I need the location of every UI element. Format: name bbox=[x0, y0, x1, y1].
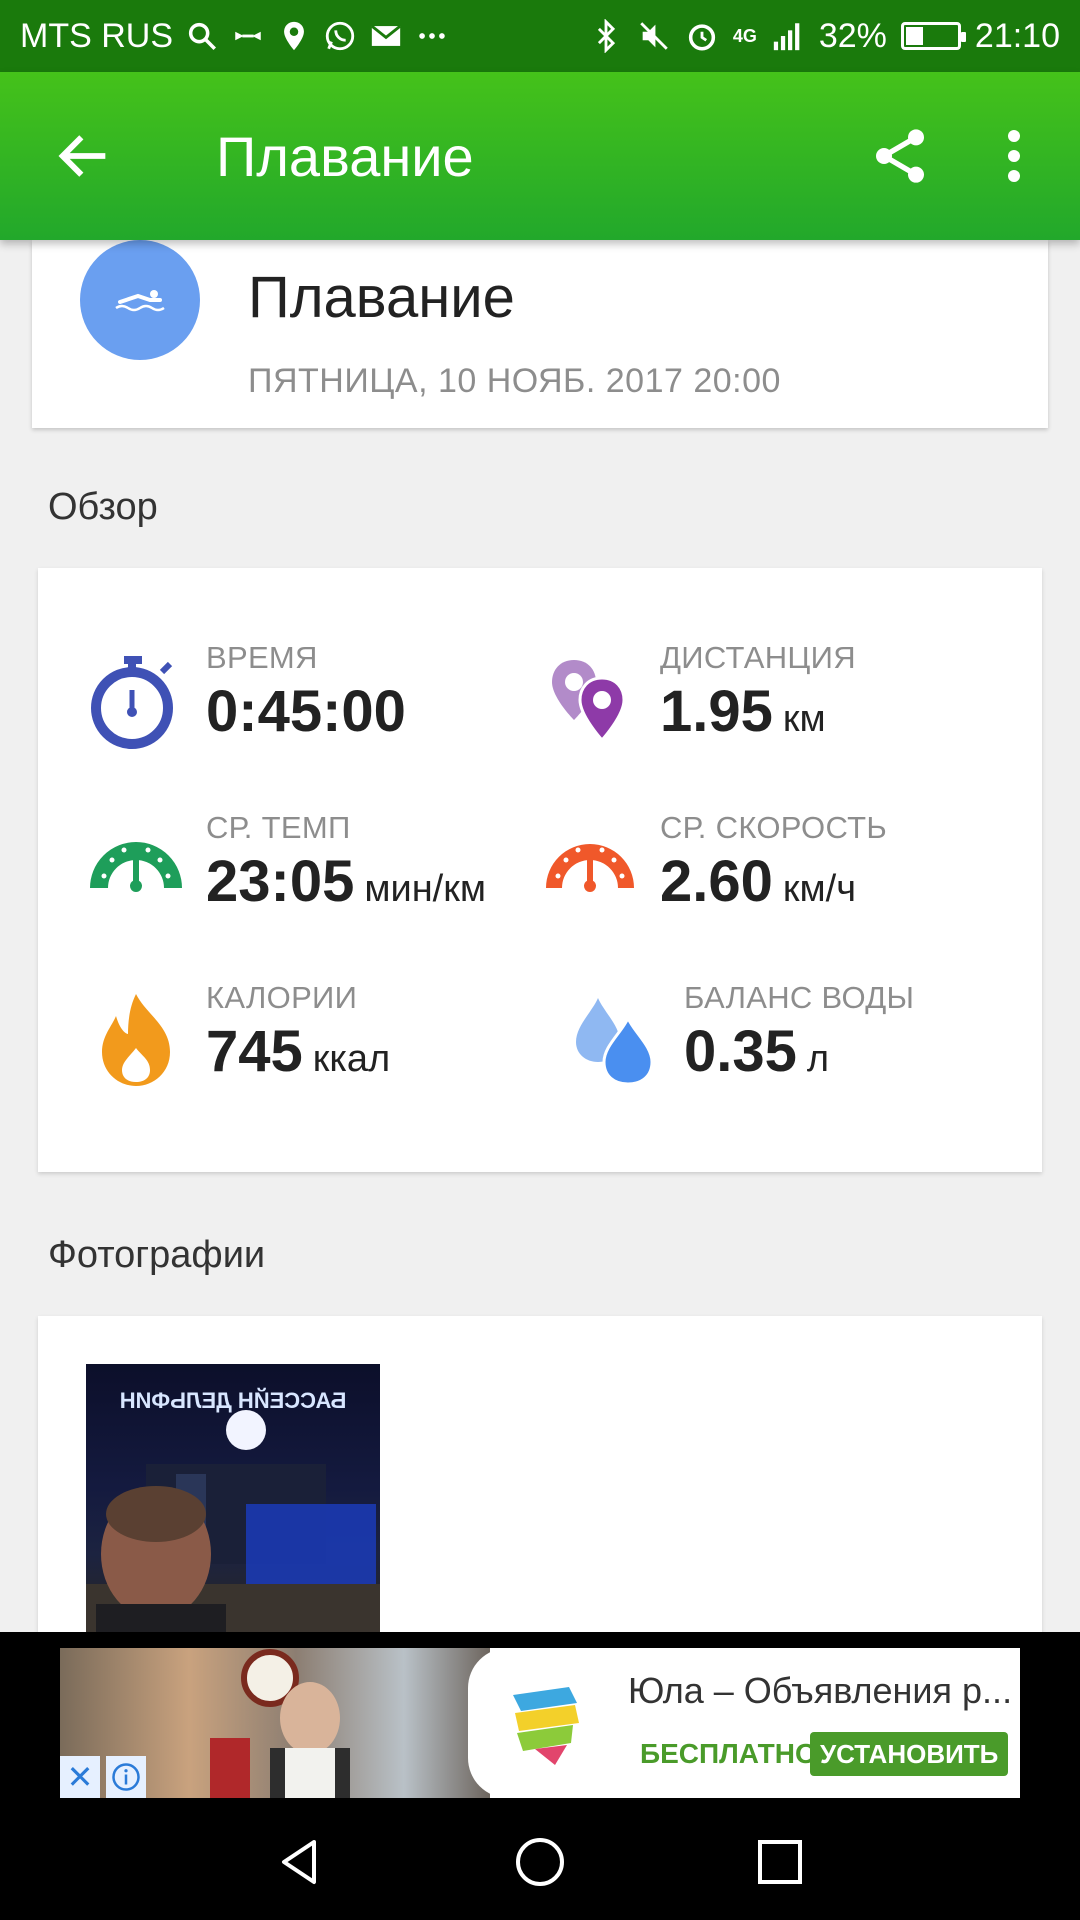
overview-section-title: Обзор bbox=[48, 486, 158, 528]
app-bar: Плавание bbox=[0, 72, 1080, 240]
ad-area: Юла – Объявления р... БЕСПЛАТНО УСТАНОВИ… bbox=[0, 1632, 1080, 1802]
stat-speed: СР. СКОРОСТЬ 2.60 км/ч bbox=[540, 810, 1000, 950]
battery-icon bbox=[900, 22, 966, 50]
info-circle-icon bbox=[112, 1763, 140, 1791]
location-icon bbox=[284, 21, 304, 51]
status-right: 4G 32% 21:10 bbox=[589, 17, 1060, 56]
stopwatch-icon bbox=[91, 656, 173, 749]
stat-unit: ккал bbox=[312, 1038, 391, 1080]
status-left: MTS RUS bbox=[20, 17, 449, 56]
location-pins-icon bbox=[552, 660, 626, 743]
clock: 21:10 bbox=[974, 16, 1060, 55]
alarm-icon bbox=[688, 24, 715, 51]
photos-card: БАССЕЙН ДЕЛЬФИН bbox=[38, 1316, 1042, 1636]
system-nav-bar bbox=[0, 1802, 1080, 1920]
whatsapp-icon bbox=[325, 21, 355, 51]
ad-banner[interactable]: Юла – Объявления р... БЕСПЛАТНО УСТАНОВИ… bbox=[60, 1648, 1020, 1798]
back-arrow-icon[interactable] bbox=[52, 124, 116, 188]
stat-value: 745 ккал bbox=[206, 1018, 390, 1085]
search-icon bbox=[188, 22, 217, 51]
stat-unit: км bbox=[782, 698, 826, 740]
water-drops-icon bbox=[576, 998, 654, 1086]
swimmer-icon bbox=[115, 290, 165, 312]
stat-value: 23:05 мин/км bbox=[206, 848, 486, 915]
bluetooth-icon bbox=[597, 19, 615, 53]
stat-label: СР. ТЕМП bbox=[206, 810, 351, 845]
ad-info-icon[interactable] bbox=[106, 1756, 146, 1798]
carrier-label: MTS RUS bbox=[20, 16, 173, 55]
app-title: Плавание bbox=[216, 125, 474, 188]
overview-card: ВРЕМЯ 0:45:00 ДИСТАНЦИЯ 1.95 км СР. ТЕМП … bbox=[38, 568, 1042, 1172]
stat-number: 1.95 bbox=[660, 679, 773, 744]
network-type: 4G bbox=[732, 25, 757, 46]
speed-gauge-icon bbox=[546, 844, 634, 892]
activity-avatar bbox=[80, 240, 200, 360]
home-circle-icon[interactable] bbox=[510, 1832, 570, 1892]
flame-icon bbox=[102, 994, 170, 1086]
more-dots-icon bbox=[419, 33, 445, 39]
battery-fill bbox=[905, 27, 923, 45]
stat-water: БАЛАНС ВОДЫ 0.35 л bbox=[564, 980, 1024, 1120]
stat-label: КАЛОРИИ bbox=[206, 980, 358, 1015]
stat-time: ВРЕМЯ 0:45:00 bbox=[86, 640, 546, 780]
recents-square-icon[interactable] bbox=[750, 1832, 810, 1892]
stat-unit: мин/км bbox=[364, 868, 486, 910]
stat-label: СР. СКОРОСТЬ bbox=[660, 810, 887, 845]
stat-number: 0.35 bbox=[684, 1019, 797, 1084]
activity-header-card: Плавание ПЯТНИЦА, 10 НОЯБ. 2017 20:00 bbox=[32, 240, 1048, 428]
stat-value: 1.95 км bbox=[660, 678, 826, 745]
controller-icon bbox=[235, 31, 261, 41]
ad-price: БЕСПЛАТНО bbox=[640, 1738, 817, 1769]
ad-title: Юла – Объявления р... bbox=[628, 1670, 1013, 1711]
photos-section-title: Фотографии bbox=[48, 1234, 266, 1276]
more-vert-icon[interactable] bbox=[990, 124, 1038, 188]
photo-sign-text: БАССЕЙН ДЕЛЬФИН bbox=[120, 1388, 347, 1413]
stat-label: ВРЕМЯ bbox=[206, 640, 318, 675]
share-icon[interactable] bbox=[868, 124, 932, 188]
yula-logo-icon bbox=[513, 1687, 579, 1765]
stat-value: 0:45:00 bbox=[206, 678, 406, 745]
activity-date: ПЯТНИЦА, 10 НОЯБ. 2017 20:00 bbox=[248, 362, 781, 400]
stat-pace: СР. ТЕМП 23:05 мин/км bbox=[86, 810, 546, 950]
status-bar: MTS RUS 4G 32% 21:10 bbox=[0, 0, 1080, 72]
activity-title: Плавание bbox=[248, 265, 515, 330]
stat-unit: км/ч bbox=[782, 868, 856, 910]
photo-thumbnail[interactable]: БАССЕЙН ДЕЛЬФИН bbox=[86, 1364, 380, 1636]
stat-number: 2.60 bbox=[660, 849, 773, 914]
back-triangle-icon[interactable] bbox=[270, 1832, 330, 1892]
stat-unit: л bbox=[806, 1038, 830, 1080]
stat-distance: ДИСТАНЦИЯ 1.95 км bbox=[540, 640, 1000, 780]
stat-number: 745 bbox=[206, 1019, 303, 1084]
ad-app-logo bbox=[468, 1648, 622, 1798]
signal-icon bbox=[773, 23, 800, 51]
stat-number: 23:05 bbox=[206, 849, 355, 914]
stat-calories: КАЛОРИИ 745 ккал bbox=[86, 980, 546, 1120]
mute-icon bbox=[640, 22, 668, 50]
stat-label: ДИСТАНЦИЯ bbox=[660, 640, 856, 675]
battery-percent: 32% bbox=[818, 16, 887, 55]
ad-install-button[interactable]: УСТАНОВИТЬ bbox=[810, 1732, 1009, 1776]
mail-icon bbox=[370, 24, 402, 46]
stat-value: 2.60 км/ч bbox=[660, 848, 856, 915]
pool-photo-image: БАССЕЙН ДЕЛЬФИН bbox=[86, 1388, 380, 1636]
pace-gauge-icon bbox=[90, 842, 182, 892]
stat-value: 0.35 л bbox=[684, 1018, 829, 1085]
stat-number: 0:45:00 bbox=[206, 679, 406, 744]
ad-close-icon[interactable]: ✕ bbox=[60, 1756, 100, 1798]
stat-label: БАЛАНС ВОДЫ bbox=[684, 980, 915, 1015]
